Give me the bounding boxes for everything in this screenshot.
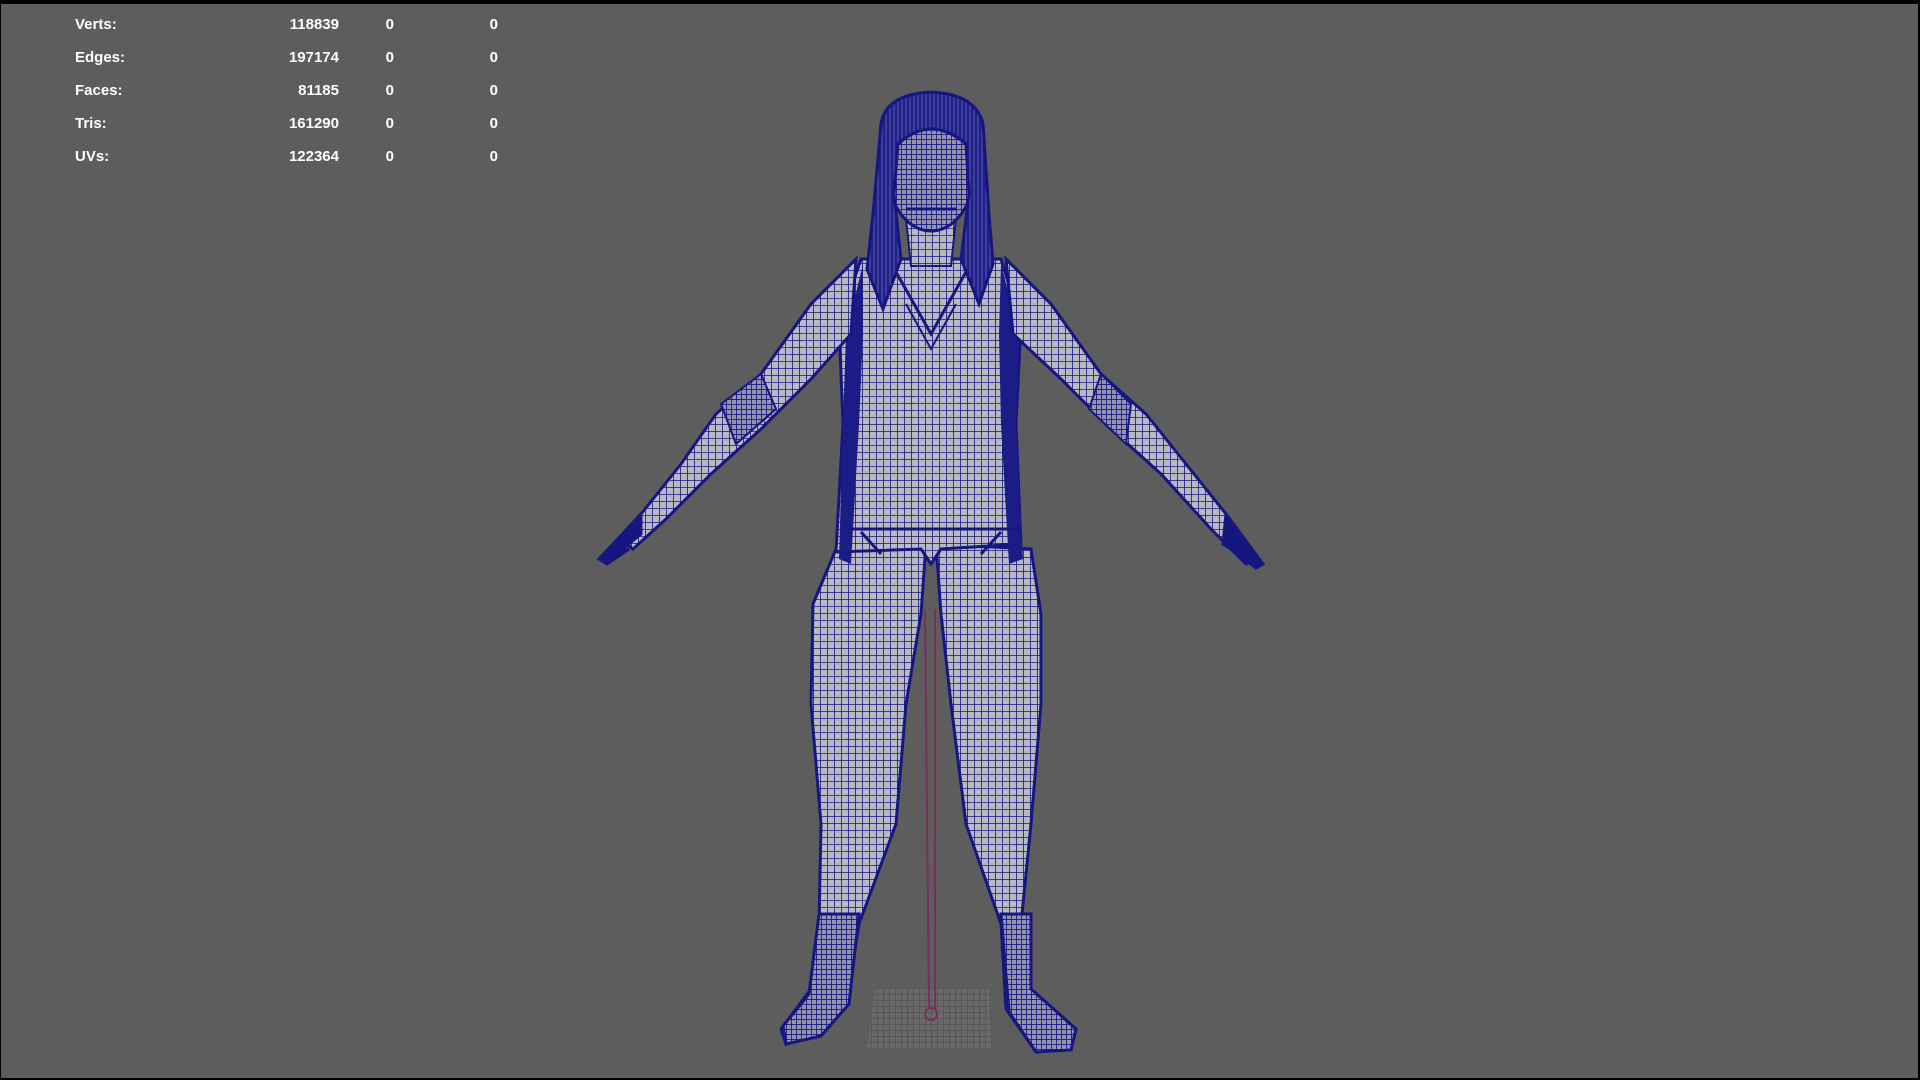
torso-mesh <box>834 257 1023 567</box>
left-arm-mesh <box>596 255 858 566</box>
right-arm-mesh <box>1004 254 1266 570</box>
wireframe-character-model[interactable] <box>1 4 1918 1078</box>
root-joint <box>924 608 938 1021</box>
viewport-panel[interactable]: Verts: 118839 0 0 Edges: 197174 0 0 Face… <box>1 4 1918 1078</box>
